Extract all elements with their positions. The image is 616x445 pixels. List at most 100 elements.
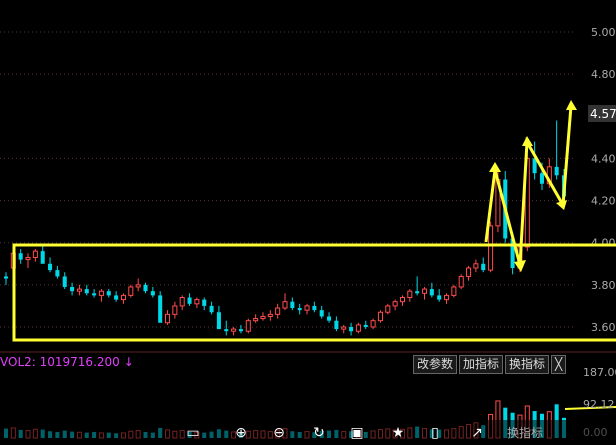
candle-body — [216, 312, 221, 330]
edit-params-button[interactable]: 改参数 — [413, 355, 458, 374]
volume-y-tick: 92.12 — [583, 398, 615, 411]
y-tick-label: 3.60 — [591, 321, 616, 334]
candle-body — [172, 305, 178, 315]
candle-body — [275, 307, 281, 315]
candle-body — [209, 305, 214, 313]
candle-body — [304, 305, 310, 311]
candle-body — [128, 286, 134, 296]
candle-body — [355, 324, 361, 332]
candle-body — [187, 297, 192, 304]
switch-indicator-button[interactable]: 换指标 — [505, 355, 550, 374]
candle-body — [458, 275, 464, 288]
candle-body — [70, 286, 75, 292]
candle-body — [224, 329, 229, 332]
candle-body — [260, 315, 266, 320]
candle-body — [165, 313, 171, 324]
candle-body — [334, 320, 339, 330]
zoom-out-icon[interactable]: ⊖ — [268, 423, 290, 443]
y-tick-label: 4.20 — [591, 195, 616, 208]
candle-body — [407, 290, 413, 298]
candle-body — [415, 291, 420, 294]
candle-body — [62, 276, 67, 287]
arrowhead-5 — [566, 100, 577, 110]
arrowhead-4 — [556, 200, 567, 210]
candle-body — [18, 253, 23, 260]
candle-body — [135, 284, 141, 288]
candle-body — [297, 308, 302, 311]
price-y-axis: 5.00 4.80 4.40 4.20 4.00 3.80 3.60 — [591, 26, 616, 334]
candle-body — [120, 294, 126, 301]
y-tick-label: 4.40 — [591, 152, 616, 165]
y-tick-label: 3.80 — [591, 279, 616, 292]
candle-body — [312, 305, 317, 311]
candle-body — [84, 289, 89, 294]
share-icon[interactable]: ↗ — [466, 423, 488, 443]
current-price-text: 4.57 — [590, 107, 616, 121]
close-panel-button[interactable]: ╳ — [551, 355, 567, 374]
candle-body — [481, 263, 486, 271]
arrowhead-1 — [489, 162, 501, 172]
candle-body — [370, 320, 376, 328]
candle-body — [327, 316, 332, 321]
price-grid — [0, 31, 575, 328]
candle-body — [231, 328, 237, 332]
candle-body — [319, 310, 324, 317]
candle-body — [267, 313, 273, 317]
candle-body — [48, 263, 53, 271]
volume-indicator-label: VOL2: 1019716.200 ↓ — [0, 355, 134, 369]
candle-body — [143, 284, 148, 292]
add-indicator-button[interactable]: 加指标 — [459, 355, 504, 374]
star-icon[interactable]: ★ — [387, 423, 409, 443]
current-price-box: 4.57 — [588, 105, 616, 122]
candle-body — [194, 299, 200, 305]
arrowhead-3 — [522, 136, 533, 146]
candle-body — [377, 311, 383, 322]
candle-body — [421, 288, 428, 294]
candle-body — [539, 173, 544, 184]
screen-icon[interactable]: ▭ — [182, 423, 204, 443]
candle-body — [106, 291, 111, 296]
candle-body — [55, 270, 60, 277]
candle-body — [466, 267, 472, 277]
candle-body — [40, 251, 45, 264]
candle-body — [385, 305, 391, 313]
candle-body — [341, 326, 347, 330]
candle-body — [245, 320, 251, 332]
candle-body — [363, 324, 368, 327]
arrowhead-2 — [514, 260, 526, 272]
kline-chart-stage: 5.00 4.80 4.40 4.20 4.00 3.80 3.60 4.57 187.00… — [0, 26, 616, 439]
candle-body — [554, 166, 559, 176]
candle-body — [158, 295, 163, 323]
candle-body — [76, 288, 82, 292]
consolidation-box — [12, 243, 616, 342]
candle-body — [202, 299, 207, 306]
candle-body — [488, 225, 494, 271]
zoom-in-icon[interactable]: ⊕ — [230, 423, 252, 443]
y-tick-label: 5.00 — [591, 26, 616, 39]
phone-icon[interactable]: ▯ — [424, 423, 446, 443]
candle-body — [392, 301, 398, 307]
candle-body — [437, 295, 442, 300]
candle-body — [238, 329, 243, 332]
down-arrow-icon: ↓ — [123, 355, 134, 369]
volume-y-tick: 187.00 — [583, 366, 616, 379]
y-tick-label: 4.00 — [591, 237, 616, 250]
candle-body — [98, 290, 104, 296]
candle-body — [92, 293, 97, 296]
candle-body — [32, 250, 38, 258]
candle-body — [150, 291, 155, 296]
candle-body — [473, 263, 479, 269]
candle-body — [349, 327, 354, 332]
candle-body — [25, 256, 31, 261]
candle-body — [179, 297, 185, 307]
volume-value: VOL2: 1019716.200 — [0, 355, 120, 369]
refresh-icon[interactable]: ↻ — [308, 423, 330, 443]
candle-body — [444, 294, 450, 301]
candlestick-series — [3, 120, 567, 336]
toolbar-partial-label: 换指标 — [506, 426, 543, 440]
candle-body — [282, 301, 288, 309]
save-icon[interactable]: ▣ — [346, 423, 368, 443]
candle-body — [3, 276, 9, 279]
candle-body — [399, 297, 405, 303]
y-tick-label: 4.80 — [591, 68, 616, 81]
